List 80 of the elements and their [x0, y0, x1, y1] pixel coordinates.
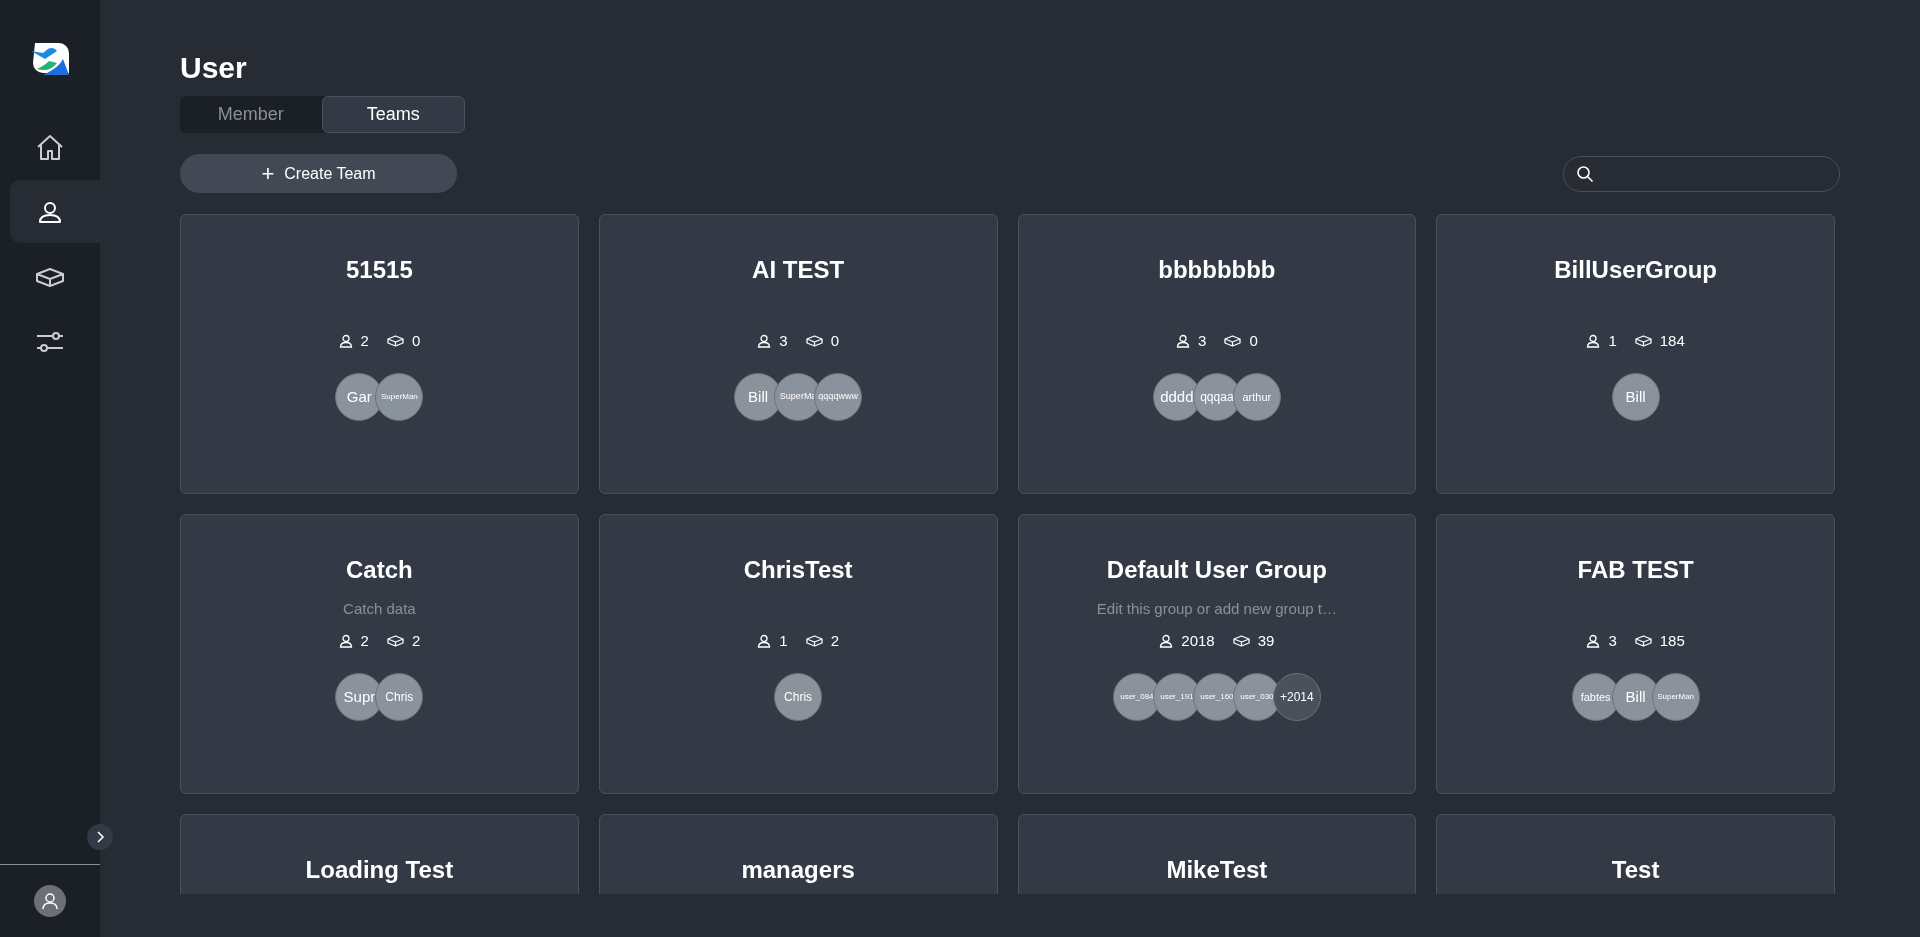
member-count: 3	[779, 330, 788, 351]
more-members-avatar: +2014	[1272, 673, 1321, 721]
tab[interactable]: Teams	[321, 96, 465, 133]
member-avatar: Chris	[774, 673, 823, 721]
device-count: 184	[1659, 330, 1685, 351]
team-name: Loading Test	[305, 855, 454, 885]
team-card[interactable]: Default User Group Edit this group or add new group t… 2018 39 user_084 user_191 user_160 user_030 +2014	[1017, 514, 1417, 794]
box-icon	[386, 635, 404, 647]
account-avatar[interactable]	[34, 885, 66, 917]
team-name: Default User Group	[1106, 555, 1327, 585]
team-name: BillUserGroup	[1554, 255, 1717, 285]
member-avatar: SuperMan	[1651, 673, 1700, 721]
team-name: FAB TEST	[1577, 555, 1694, 585]
box-icon	[805, 335, 823, 347]
device-count: 0	[1249, 330, 1258, 351]
nav-item[interactable]	[10, 180, 100, 243]
member-count: 2	[360, 330, 369, 351]
team-name: Test	[1611, 855, 1660, 885]
person-icon	[1176, 334, 1191, 348]
team-name: 51515	[346, 255, 413, 285]
team-card[interactable]: MikeTest	[1017, 814, 1417, 894]
plus-icon: +	[261, 162, 275, 185]
team-name: managers	[741, 855, 855, 885]
team-name: ChrisTest	[743, 555, 853, 585]
search-field[interactable]	[1563, 155, 1840, 192]
team-name: AI TEST	[752, 255, 845, 285]
box-icon	[805, 635, 823, 647]
person-icon	[1159, 634, 1174, 648]
member-avatar: Bill	[1611, 373, 1660, 421]
box-icon	[386, 335, 404, 347]
device-count: 0	[830, 330, 839, 351]
team-card[interactable]: ChrisTest 1 2 Chris	[598, 514, 998, 794]
team-card[interactable]: bbbbbbbb 3 0 dddd qqqaa arthur	[1017, 214, 1417, 494]
page-title: User	[180, 50, 248, 86]
person-icon	[1586, 634, 1601, 648]
member-avatar: qqqqwww	[814, 373, 863, 421]
create-team-button[interactable]: + Create Team	[180, 154, 457, 193]
member-count: 3	[1608, 630, 1617, 651]
person-icon	[757, 334, 772, 348]
member-avatar: arthur	[1232, 373, 1281, 421]
team-card[interactable]: Catch Catch data 2 2 Supr Chris	[180, 514, 579, 794]
member-count: 1	[779, 630, 788, 651]
person-icon	[757, 634, 772, 648]
box-icon	[35, 266, 65, 287]
search-icon	[1576, 164, 1594, 183]
member-count: 2	[360, 630, 369, 651]
team-name: Catch	[346, 555, 413, 585]
team-card[interactable]: Loading Test	[180, 814, 579, 894]
member-avatar: Chris	[375, 673, 424, 721]
home-icon	[35, 132, 65, 161]
device-count: 39	[1257, 630, 1275, 651]
team-name: bbbbbbbb	[1158, 255, 1276, 285]
chevron-right-icon	[95, 831, 105, 843]
team-card[interactable]: managers	[598, 814, 998, 894]
team-card[interactable]: Test	[1436, 814, 1835, 894]
person-icon	[338, 334, 353, 348]
team-card[interactable]: 51515 2 0 Gar SuperMan	[180, 214, 579, 494]
device-count: 2	[411, 630, 421, 651]
collapse-button[interactable]	[87, 824, 113, 850]
box-icon	[1232, 635, 1250, 647]
device-count: 185	[1659, 630, 1685, 651]
user-icon	[38, 199, 62, 224]
device-count: 2	[830, 630, 839, 651]
team-card[interactable]: FAB TEST 3 185 fabtes Bill SuperMan	[1436, 514, 1835, 794]
box-icon	[1224, 335, 1242, 347]
person-icon	[338, 634, 353, 648]
team-description: Catch data	[343, 599, 416, 619]
user-icon	[41, 892, 59, 910]
member-avatar: SuperMan	[375, 373, 424, 421]
member-count: 2018	[1181, 630, 1215, 651]
person-icon	[1586, 334, 1601, 348]
team-name: MikeTest	[1166, 855, 1268, 885]
box-icon	[1634, 335, 1652, 347]
device-count: 0	[411, 330, 421, 351]
team-card[interactable]: BillUserGroup 1 184 Bill	[1436, 214, 1835, 494]
tab[interactable]: Member	[180, 96, 322, 133]
member-count: 3	[1198, 330, 1207, 351]
member-count: 1	[1608, 330, 1617, 351]
team-description: Edit this group or add new group t…	[1096, 599, 1337, 619]
box-icon	[1634, 635, 1652, 647]
